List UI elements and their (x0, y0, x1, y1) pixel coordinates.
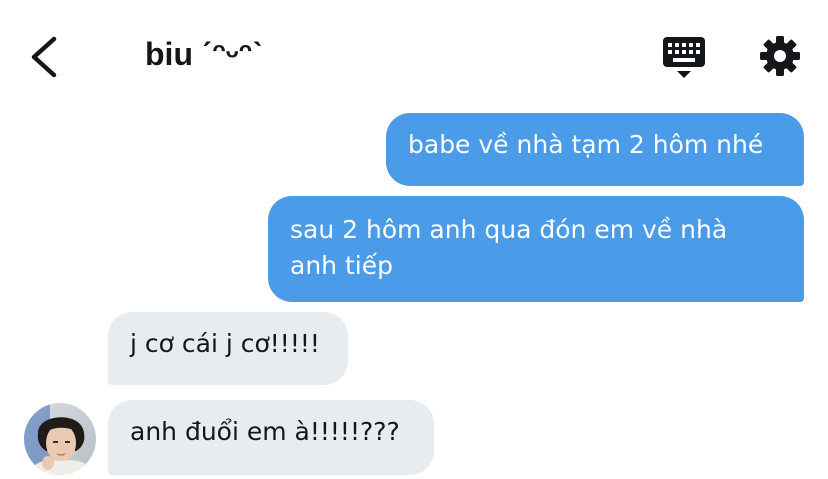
conversation-header: biu ˊᵔᵕᵔˋ (0, 0, 828, 100)
outgoing-message[interactable]: sau 2 hôm anh qua đón em về nhà anh tiếp (268, 196, 804, 302)
back-button[interactable] (22, 34, 66, 80)
outgoing-message[interactable]: babe về nhà tạm 2 hôm nhé (386, 113, 804, 186)
keyboard-icon (663, 37, 705, 78)
incoming-message[interactable]: j cơ cái j cơ!!!!! (108, 312, 348, 385)
avatar-photo (24, 403, 96, 475)
settings-button[interactable] (756, 34, 804, 78)
gear-icon (760, 36, 800, 76)
incoming-message[interactable]: anh đuổi em à!!!!!??? (108, 400, 434, 475)
chevron-left-icon (31, 36, 57, 78)
keyboard-button[interactable] (660, 34, 708, 82)
conversation-title: biu ˊᵔᵕᵔˋ (145, 36, 263, 72)
avatar[interactable] (24, 403, 96, 475)
